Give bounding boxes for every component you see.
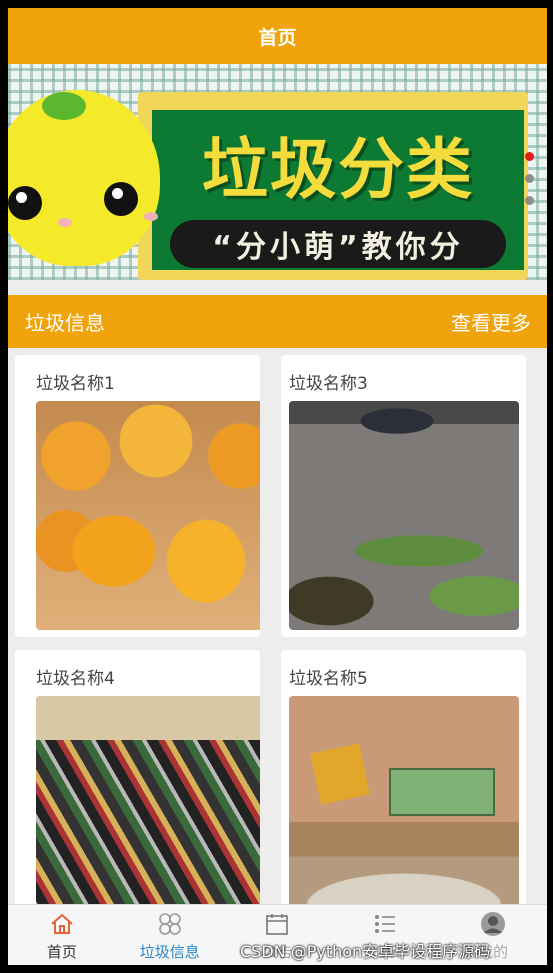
grid-icon <box>158 913 181 935</box>
tab-home[interactable]: 首页 <box>8 905 116 965</box>
tab-label: 首页 <box>46 943 77 961</box>
eye-icon <box>104 182 138 216</box>
garbage-card[interactable]: 垃圾名称4 <box>15 650 260 910</box>
carousel-dot[interactable] <box>525 174 534 183</box>
tab-garbage-info[interactable]: 垃圾信息 <box>116 905 224 965</box>
card-title: 垃圾名称3 <box>289 374 368 394</box>
home-icon <box>51 913 73 934</box>
banner-carousel[interactable]: 垃圾分类 “分小萌”教你分 <box>8 64 547 280</box>
page-title: 首页 <box>258 26 297 49</box>
calendar-icon <box>266 914 289 935</box>
section-header: 垃圾信息 查看更多 <box>8 295 547 348</box>
cheek-icon <box>58 218 72 227</box>
tab-label: 垃圾信息 <box>139 943 200 961</box>
app-screen: 首页 垃圾分类 “分小萌”教你分 垃圾信息 查看更多 垃圾名称1 垃圾名称3 垃… <box>8 8 547 965</box>
carousel-dot[interactable] <box>525 152 534 161</box>
banner-board: 垃圾分类 “分小萌”教你分 <box>138 92 528 280</box>
banner-title: 垃圾分类 <box>202 130 474 208</box>
section-title: 垃圾信息 <box>25 311 105 335</box>
garbage-card[interactable]: 垃圾名称5 <box>281 650 526 910</box>
list-icon <box>375 915 396 933</box>
card-title: 垃圾名称1 <box>36 374 115 394</box>
card-title: 垃圾名称5 <box>289 669 368 689</box>
leaf-icon <box>42 92 86 120</box>
top-nav-bar: 首页 <box>8 8 547 64</box>
garbage-card[interactable]: 垃圾名称1 <box>15 355 260 637</box>
banner-subtitle: “分小萌”教你分 <box>170 220 506 268</box>
view-more-link[interactable]: 查看更多 <box>451 307 531 336</box>
card-image[interactable] <box>36 401 260 630</box>
eye-icon <box>8 186 42 220</box>
carousel-indicators <box>525 152 535 218</box>
user-avatar-icon <box>481 912 506 936</box>
card-image[interactable] <box>289 401 519 630</box>
card-title: 垃圾名称4 <box>36 669 115 689</box>
watermark-text: CSDN @Python安卓毕设程序源码 <box>240 942 491 961</box>
cheek-icon <box>144 212 158 221</box>
card-image[interactable] <box>36 696 260 910</box>
garbage-card[interactable]: 垃圾名称3 <box>281 355 526 637</box>
carousel-dot[interactable] <box>525 196 534 205</box>
card-image[interactable] <box>289 696 519 910</box>
